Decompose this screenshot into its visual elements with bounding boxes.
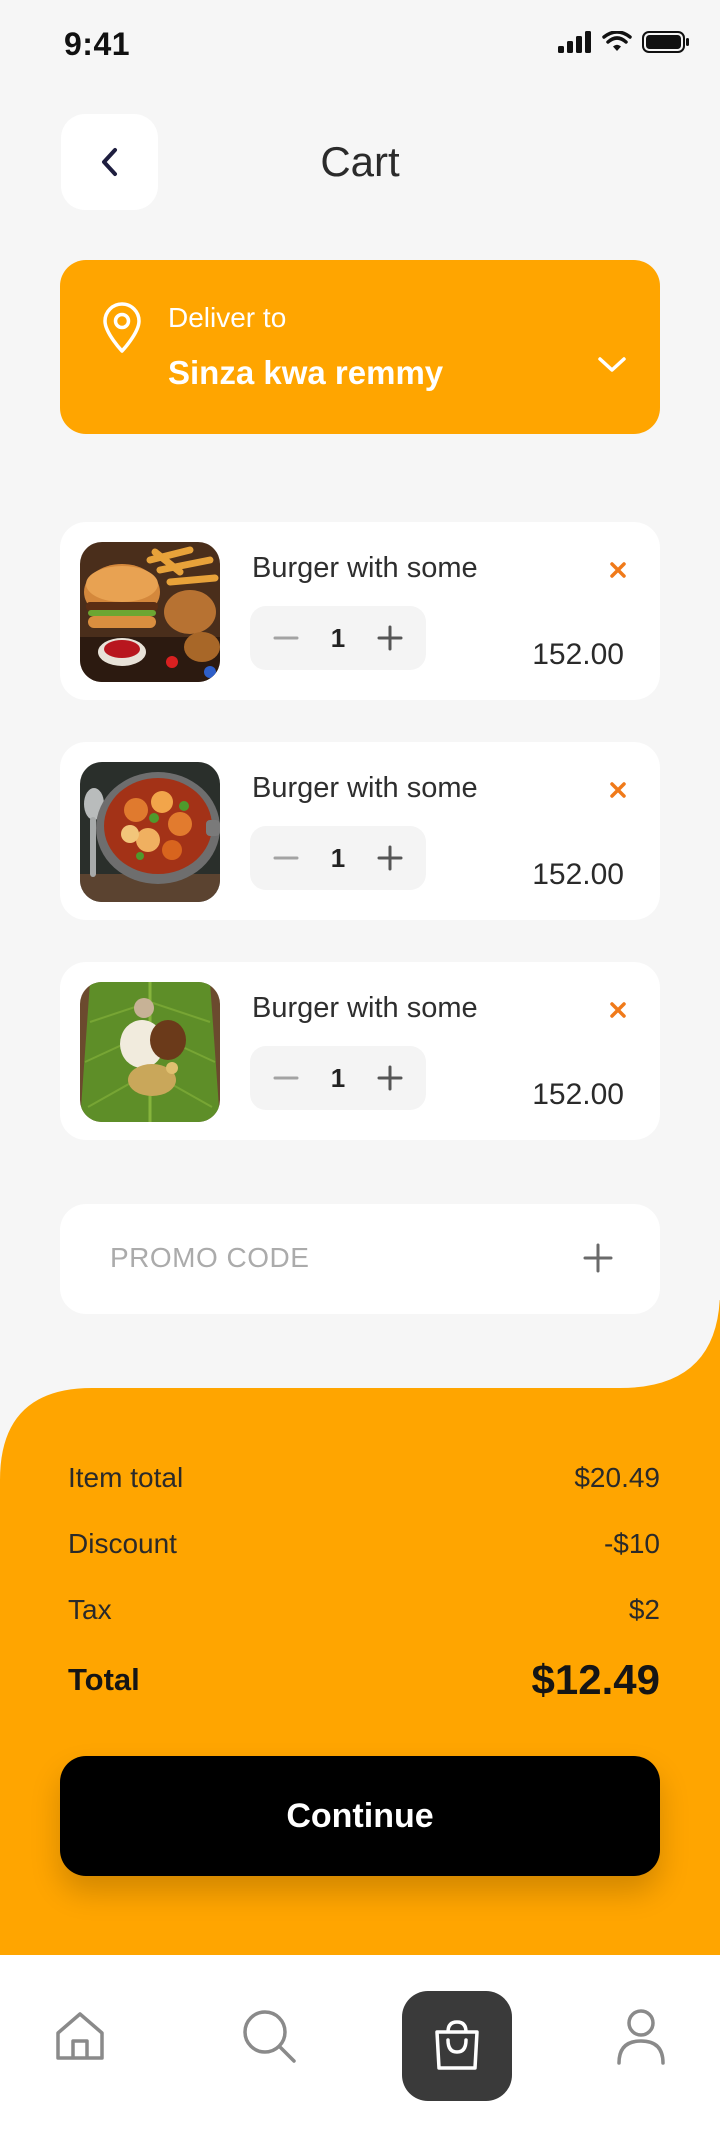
status-time: 9:41 [64,26,131,62]
remove-item-button[interactable] [606,558,630,582]
close-icon [610,562,626,578]
signal-icon [558,31,591,53]
cart-item: Burger with some 1 152.00 [60,742,660,920]
cart-item: Burger with some 1 152.00 [60,962,660,1140]
food-image-burger [80,542,220,682]
item-total-row: Item total $20.49 [68,1462,660,1494]
user-icon [617,2009,665,2065]
quantity-value: 1 [330,842,346,873]
plus-icon [377,845,403,871]
plus-icon [377,625,403,651]
quantity-stepper: 1 [250,606,426,670]
home-icon [56,2012,104,2060]
minus-icon [273,636,299,640]
item-total-label: Item total [68,1462,184,1493]
battery-icon [642,31,689,53]
quantity-value: 1 [330,1062,346,1093]
delivery-selector[interactable]: Deliver to Sinza kwa remmy [60,260,660,434]
location-pin-icon [103,302,141,353]
item-total-value: $20.49 [574,1462,660,1493]
quantity-stepper: 1 [250,1046,426,1110]
item-price: 152.00 [532,1078,624,1111]
tab-search[interactable] [234,2001,304,2071]
status-bar: 9:41 [0,0,720,90]
minus-icon [273,1076,299,1080]
promo-add-button[interactable] [582,1242,614,1279]
tax-label: Tax [68,1594,112,1625]
plus-icon [377,1065,403,1091]
bottom-tab-bar [0,1955,720,2134]
food-image-rice-leaf [80,982,220,1122]
tab-profile[interactable] [606,2001,676,2071]
tax-value: $2 [628,1594,660,1625]
increase-button[interactable] [376,844,404,872]
status-icons [558,30,690,54]
promo-code-placeholder: PROMO CODE [110,1242,310,1273]
deliver-to-label: Deliver to [168,302,287,333]
tab-home[interactable] [45,2001,115,2071]
total-label: Total [68,1662,140,1697]
decrease-button[interactable] [272,624,300,652]
item-price: 152.00 [532,638,624,671]
discount-row: Discount -$10 [68,1528,660,1560]
increase-button[interactable] [376,624,404,652]
continue-button[interactable]: Continue [60,1756,660,1876]
close-icon [610,782,626,798]
item-name: Burger with some [252,772,478,804]
remove-item-button[interactable] [606,998,630,1022]
quantity-stepper: 1 [250,826,426,890]
order-summary: Item total $20.49 Discount -$10 Tax $2 T… [0,1300,720,1956]
discount-value: -$10 [603,1528,660,1559]
decrease-button[interactable] [272,1064,300,1092]
quantity-value: 1 [330,622,346,653]
chevron-down-icon [598,357,626,372]
header: Cart [0,110,720,210]
search-icon [243,2010,296,2063]
item-price: 152.00 [532,858,624,891]
total-value: $12.49 [531,1656,660,1703]
promo-code-field[interactable]: PROMO CODE [60,1204,660,1314]
tax-row: Tax $2 [68,1594,660,1626]
tab-cart[interactable] [402,1991,512,2101]
bag-icon [435,2020,479,2070]
delivery-address: Sinza kwa remmy [168,354,444,391]
wifi-icon [602,31,632,51]
cart-item: Burger with some 1 152.00 [60,522,660,700]
total-row: Total $12.49 [68,1656,660,1704]
minus-icon [273,856,299,860]
remove-item-button[interactable] [606,778,630,802]
plus-icon [583,1243,613,1273]
increase-button[interactable] [376,1064,404,1092]
food-image-curry-pot [80,762,220,902]
discount-label: Discount [68,1528,177,1559]
page-title: Cart [320,138,400,185]
decrease-button[interactable] [272,844,300,872]
close-icon [610,1002,626,1018]
item-name: Burger with some [252,992,478,1024]
item-name: Burger with some [252,552,478,584]
